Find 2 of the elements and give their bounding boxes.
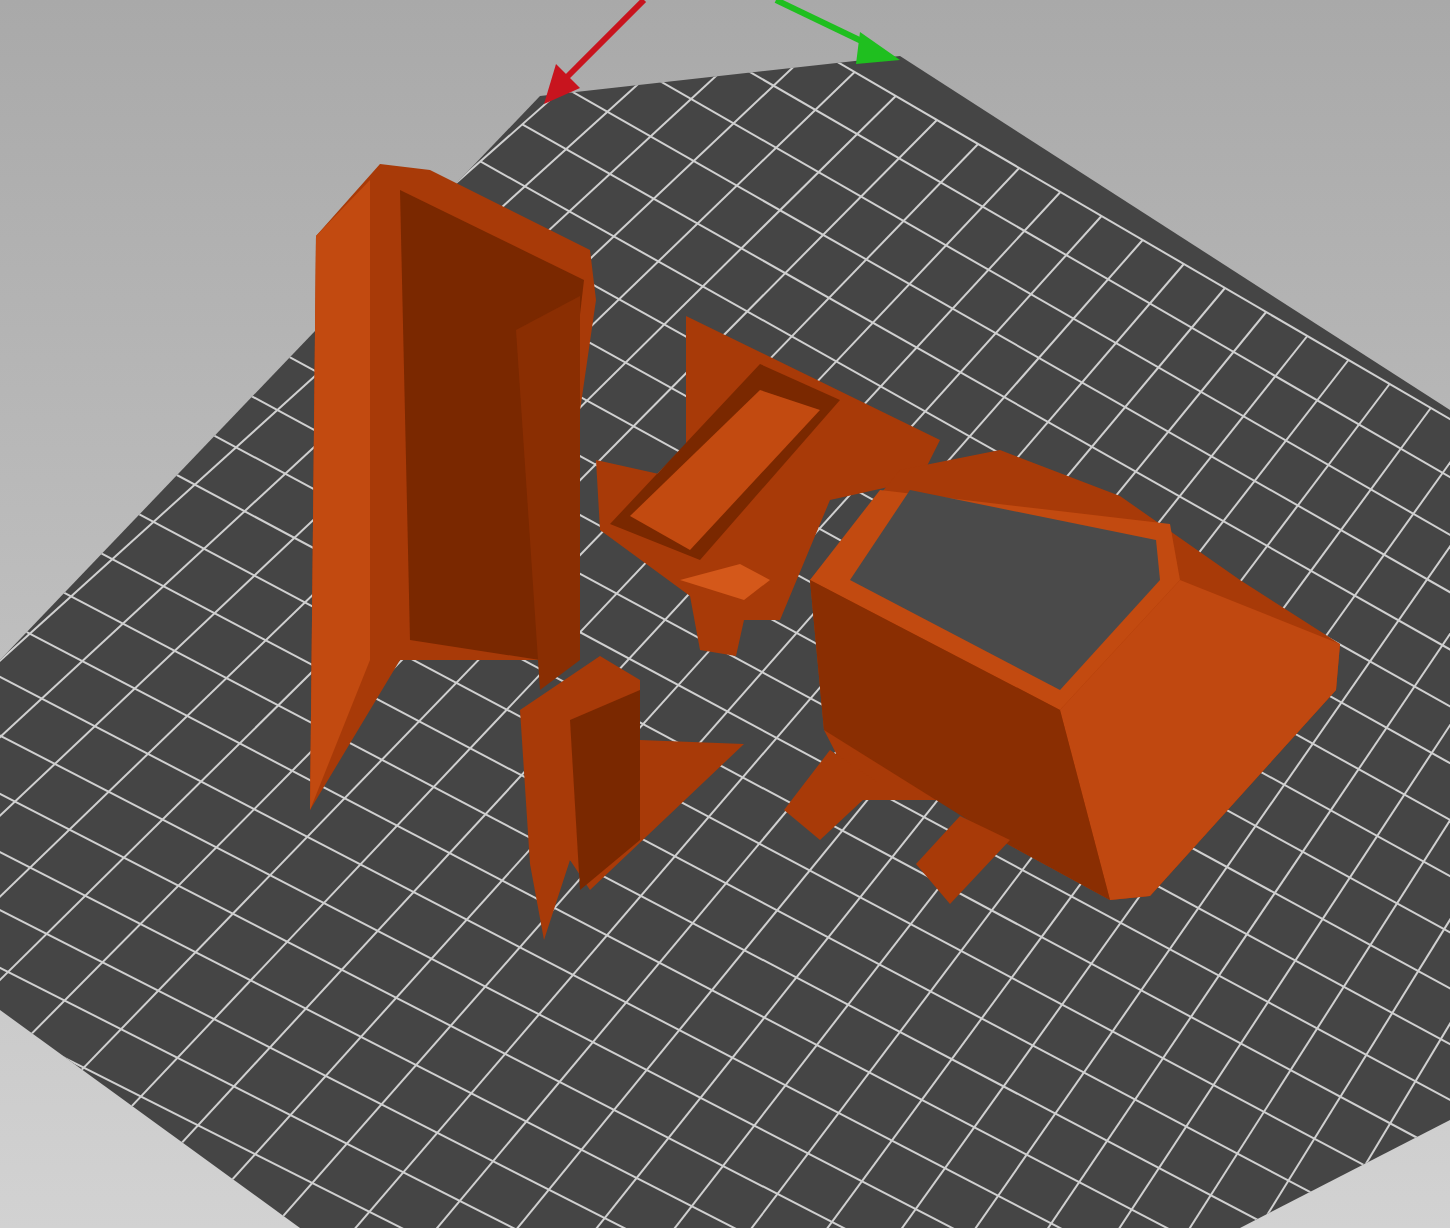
- x-axis-arrow: [544, 0, 647, 104]
- y-axis-arrow: [774, 0, 900, 64]
